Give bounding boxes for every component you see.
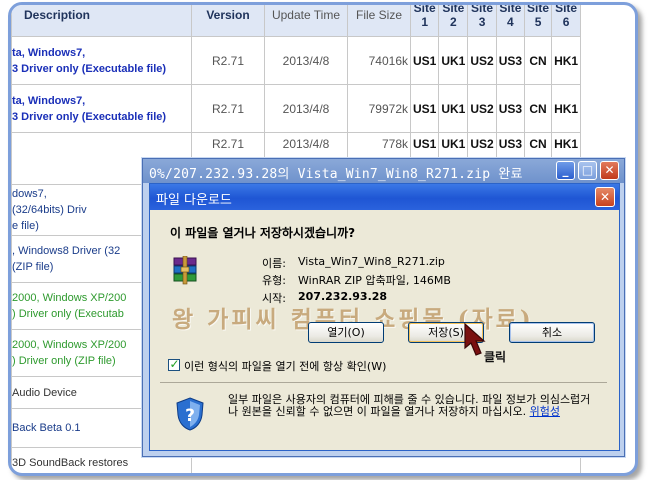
risk-link[interactable]: 위험성 — [530, 405, 560, 418]
file-download-dialog: 파일 다운로드 ✕ 이 파일을 열거나 저장하시겠습니까? 이름: Vista_… — [149, 183, 620, 451]
always-ask-label[interactable]: 이런 형식의 파일을 열기 전에 항상 확인(W) — [184, 358, 386, 374]
site-link[interactable]: US2 — [467, 36, 497, 85]
site-link[interactable]: HK1 — [551, 36, 582, 85]
dialog-question: 이 파일을 열거나 저장하시겠습니까? — [170, 226, 356, 240]
file-type: WinRAR ZIP 압축파일, 146MB — [298, 274, 451, 287]
name-label: 이름: — [262, 257, 286, 270]
column-header-site5: Site 5 — [524, 5, 553, 37]
row-version: R2.71 — [191, 36, 265, 85]
always-ask-checkbox[interactable]: ✓ — [168, 357, 180, 371]
table-row: ta, Windows7, 3 Driver only (Executable f… — [11, 36, 582, 85]
row-size: 74016k — [347, 36, 411, 85]
column-header-description: Description — [11, 5, 192, 37]
dialog-close-button[interactable]: ✕ — [595, 187, 615, 207]
site-link[interactable]: HK1 — [551, 84, 582, 133]
site-link[interactable]: US1 — [409, 84, 440, 133]
row-size: 79972k — [347, 84, 411, 133]
site-link[interactable]: CN — [524, 36, 553, 85]
row-version: R2.71 — [191, 84, 265, 133]
row-date: 2013/4/8 — [264, 84, 348, 133]
type-label: 유형: — [262, 274, 286, 287]
shield-icon: ? — [176, 397, 204, 431]
download-progress-window: 0%/207.232.93.28의 Vista_Win7_Win8_R271.z… — [142, 158, 625, 457]
warning-message: 일부 파일은 사용자의 컴퓨터에 피해를 줄 수 있습니다. 파일 정보가 의심… — [228, 393, 591, 418]
site-link[interactable]: US1 — [409, 36, 440, 85]
close-window-button[interactable]: ✕ — [600, 161, 619, 180]
column-header-site1: Site 1 — [409, 5, 440, 37]
site-link[interactable]: UK1 — [438, 36, 469, 85]
security-warning: ? 일부 파일은 사용자의 컴퓨터에 피해를 줄 수 있습니다. 파일 정보가 … — [160, 382, 607, 445]
row-description[interactable]: ta, Windows7, 3 Driver only (Executable f… — [11, 84, 192, 133]
column-header-site3: Site 3 — [467, 5, 497, 37]
column-header-version: Version — [191, 5, 265, 37]
close-icon: ✕ — [604, 163, 615, 177]
progress-window-title: 0%/207.232.93.28의 Vista_Win7_Win8_R271.z… — [149, 167, 523, 182]
maximize-button[interactable]: □ — [578, 161, 597, 180]
column-header-update-time: Update Time — [264, 5, 348, 37]
column-header-file-size: File Size — [347, 5, 411, 37]
site-link[interactable]: UK1 — [438, 84, 469, 133]
cancel-button[interactable]: 취소 — [509, 322, 595, 343]
checkmark-icon: ✓ — [169, 357, 180, 371]
svg-text:?: ? — [185, 406, 195, 426]
close-icon: ✕ — [599, 190, 611, 204]
site-link[interactable]: US3 — [495, 84, 526, 133]
click-annotation: 클릭 — [484, 350, 507, 364]
dialog-title: 파일 다운로드 — [156, 193, 232, 208]
column-header-site6: Site 6 — [551, 5, 582, 37]
row-date: 2013/4/8 — [264, 36, 348, 85]
progress-title-bar[interactable]: 0%/207.232.93.28의 Vista_Win7_Win8_R271.z… — [143, 159, 624, 183]
site-link[interactable]: US2 — [467, 84, 497, 133]
table-header-row: Description Version Update Time File Siz… — [11, 5, 582, 37]
site-link[interactable]: CN — [524, 84, 553, 133]
site-link[interactable]: US3 — [495, 36, 526, 85]
minimize-button[interactable]: _ — [556, 161, 575, 180]
maximize-icon: □ — [581, 163, 594, 177]
column-header-site4: Site 4 — [495, 5, 526, 37]
file-name: Vista_Win7_Win8_R271.zip — [298, 255, 445, 268]
winrar-archive-icon — [173, 256, 197, 285]
table-row: ta, Windows7, 3 Driver only (Executable f… — [11, 84, 582, 133]
column-header-site2: Site 2 — [438, 5, 469, 37]
minimize-icon: _ — [562, 163, 569, 177]
open-button[interactable]: 열기(O) — [308, 322, 384, 343]
row-description[interactable]: ta, Windows7, 3 Driver only (Executable f… — [11, 36, 192, 85]
dialog-title-bar[interactable]: 파일 다운로드 ✕ — [150, 184, 619, 210]
